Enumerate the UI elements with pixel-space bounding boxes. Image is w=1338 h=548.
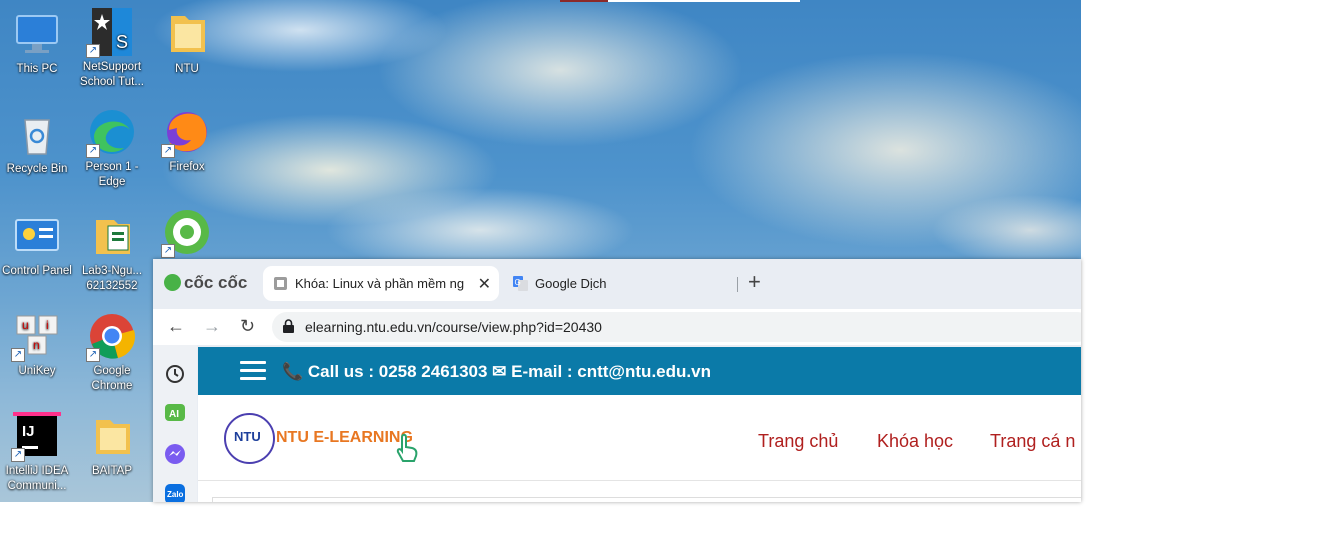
url-text: elearning.ntu.edu.vn/course/view.php?id=… (305, 319, 602, 335)
content-card (212, 497, 1081, 502)
tab-title: Google Dịch (535, 276, 607, 291)
shortcut-arrow-icon: ↗ (161, 144, 175, 158)
menu-khoa-hoc[interactable]: Khóa học (877, 431, 953, 452)
unikey-icon: u in ↗ (11, 312, 61, 362)
history-icon[interactable] (164, 363, 186, 385)
edge-icon: ↗ (86, 108, 136, 158)
lock-icon (282, 319, 295, 337)
hand-pointer-icon (396, 433, 418, 462)
firefox-icon: ↗ (161, 108, 211, 158)
folder-icon (88, 412, 136, 460)
messenger-icon[interactable] (164, 443, 186, 465)
desktop-icon-this-pc[interactable]: This PC (0, 10, 74, 77)
desktop-icon-lab3-file[interactable]: Lab3-Ngu... 62132552 (75, 212, 149, 294)
reload-icon[interactable]: ↻ (240, 316, 255, 337)
monitor-icon (13, 10, 61, 58)
coccoc-logo[interactable]: cốc cốc (164, 273, 247, 293)
desktop-icon-control-panel[interactable]: Control Panel (0, 212, 74, 279)
browser-window[interactable]: cốc cốc Khóa: Linux và phần mềm ng ✕ G G… (153, 259, 1081, 502)
icon-label: NTU (175, 63, 199, 75)
shortcut-arrow-icon: ↗ (86, 348, 100, 362)
coccoc-logo-icon (164, 274, 181, 291)
web-page: 📞 Call us : 0258 2461303 ✉ E-mail : cntt… (198, 347, 1081, 502)
top-edge-strip (560, 0, 800, 2)
menu-trang-ca-nhan[interactable]: Trang cá n (990, 431, 1075, 452)
shortcut-arrow-icon: ↗ (86, 44, 100, 58)
zalo-icon[interactable]: Zalo (164, 483, 186, 502)
icon-label: Google Chrome (91, 365, 133, 392)
tab-separator (737, 277, 738, 292)
desktop-icon-baitap[interactable]: BAITAP (75, 412, 149, 479)
desktop-icon-ntu-folder[interactable]: NTU (150, 10, 224, 77)
tab-strip: cốc cốc Khóa: Linux và phần mềm ng ✕ G G… (153, 259, 1081, 309)
forward-arrow-icon[interactable]: → (203, 316, 221, 337)
brand-label: cốc cốc (184, 273, 248, 292)
header-divider (198, 480, 1081, 481)
coccoc-icon: ↗ (161, 208, 211, 258)
control-panel-icon (13, 212, 61, 260)
folder-icon (163, 10, 211, 58)
shortcut-arrow-icon: ↗ (161, 244, 175, 258)
tab-google-dich[interactable]: G Google Dịch (503, 266, 739, 301)
navigation-bar: ← → ↻ elearning.ntu.edu.vn/course/view.p… (153, 309, 1081, 345)
svg-text:i: i (46, 318, 49, 332)
recycle-bin-icon (13, 110, 61, 158)
ntu-seal-icon: NTU (224, 413, 275, 464)
desktop-icon-edge[interactable]: ↗ Person 1 - Edge (75, 108, 149, 190)
icon-label: Firefox (169, 161, 205, 173)
desktop-icon-coccoc[interactable]: ↗ (150, 208, 224, 260)
svg-text:n: n (33, 338, 40, 352)
site-name: NTU E-LEARNING (276, 429, 413, 446)
page-favicon-icon (273, 276, 288, 291)
contact-info: 📞 Call us : 0258 2461303 ✉ E-mail : cntt… (282, 362, 711, 381)
tab-course[interactable]: Khóa: Linux và phần mềm ng ✕ (263, 266, 499, 301)
desktop-icon-netsupport[interactable]: S ↗ NetSupport School Tut... (75, 8, 149, 90)
icon-label: BAITAP (91, 465, 133, 477)
address-bar[interactable]: elearning.ntu.edu.vn/course/view.php?id=… (272, 312, 1081, 342)
close-tab-icon[interactable]: ✕ (478, 274, 491, 294)
folder-file-icon (88, 212, 136, 260)
shortcut-arrow-icon: ↗ (11, 348, 25, 362)
icon-label: Recycle Bin (6, 163, 68, 175)
ai-icon[interactable]: AI (164, 403, 186, 425)
desktop-icon-firefox[interactable]: ↗ Firefox (150, 108, 224, 175)
hamburger-menu-icon[interactable] (240, 361, 266, 381)
svg-text:Zalo: Zalo (167, 490, 184, 499)
chrome-icon: ↗ (86, 312, 136, 362)
netsupport-icon: S ↗ (86, 8, 136, 58)
svg-text:AI: AI (169, 409, 179, 420)
new-tab-icon[interactable]: + (748, 269, 761, 295)
svg-text:S: S (116, 32, 128, 52)
menu-trang-chu[interactable]: Trang chủ (758, 431, 838, 452)
desktop-icon-chrome[interactable]: ↗ Google Chrome (75, 312, 149, 394)
icon-label: This PC (16, 63, 58, 75)
icon-label: Lab3-Ngu... 62132552 (81, 265, 143, 292)
icon-label: IntelliJ IDEA Communi... (5, 465, 69, 492)
svg-text:IJ: IJ (22, 423, 35, 440)
google-translate-icon: G (513, 276, 528, 291)
icon-label: NetSupport School Tut... (80, 61, 144, 88)
shortcut-arrow-icon: ↗ (86, 144, 100, 158)
svg-text:G: G (515, 278, 521, 287)
icon-label: UniKey (18, 365, 56, 377)
desktop-icon-intellij[interactable]: IJ ↗ IntelliJ IDEA Communi... (0, 412, 74, 494)
contact-bar: 📞 Call us : 0258 2461303 ✉ E-mail : cntt… (198, 347, 1081, 395)
shortcut-arrow-icon: ↗ (11, 448, 25, 462)
icon-label: Person 1 - Edge (85, 161, 139, 188)
svg-text:u: u (22, 318, 29, 332)
tab-title: Khóa: Linux và phần mềm ng (295, 276, 465, 291)
desktop-icon-unikey[interactable]: u in ↗ UniKey (0, 312, 74, 379)
desktop-icon-recycle-bin[interactable]: Recycle Bin (0, 110, 74, 177)
icon-label: Control Panel (2, 265, 72, 277)
intellij-icon: IJ ↗ (11, 412, 61, 462)
back-arrow-icon[interactable]: ← (167, 316, 185, 337)
browser-sidebar: AI Zalo (153, 345, 197, 502)
